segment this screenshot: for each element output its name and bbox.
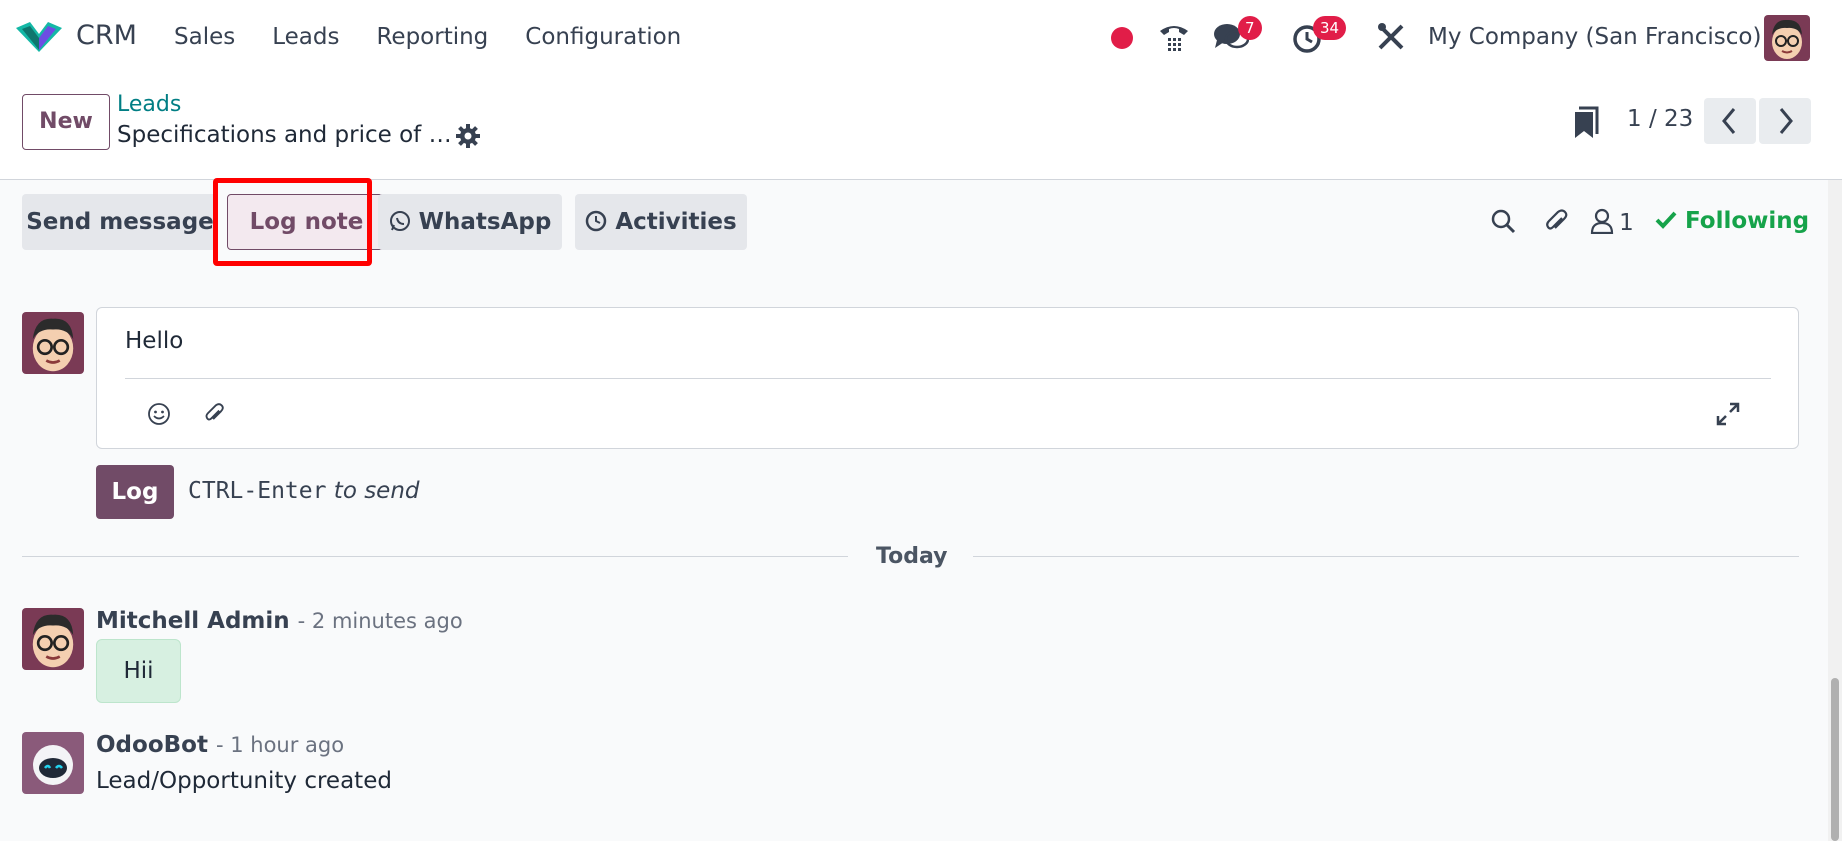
messages-badge: 7 [1238, 16, 1262, 40]
user-icon [1590, 208, 1614, 235]
new-button[interactable]: New [22, 94, 110, 150]
menu-leads[interactable]: Leads [272, 24, 339, 50]
pager-previous-button[interactable] [1704, 98, 1756, 144]
odoobot-avatar[interactable] [22, 732, 84, 794]
paperclip-icon[interactable] [202, 401, 226, 431]
breadcrumb-leads[interactable]: Leads [117, 92, 181, 117]
tools-icon[interactable] [1376, 20, 1406, 58]
shortcut-key: CTRL-Enter [188, 478, 327, 504]
avatar[interactable] [22, 608, 84, 670]
check-icon [1655, 211, 1677, 229]
company-switcher[interactable]: My Company (San Francisco) [1428, 24, 1761, 50]
user-avatar[interactable] [1764, 15, 1810, 61]
crm-logo-icon[interactable] [16, 20, 62, 58]
message-composer[interactable]: Hello [96, 307, 1799, 449]
separator-line-left [22, 556, 848, 557]
paperclip-icon[interactable] [1542, 208, 1570, 240]
message-author[interactable]: Mitchell Admin - 2 minutes ago [96, 608, 463, 634]
activities-badge: 34 [1313, 16, 1347, 40]
search-icon[interactable] [1490, 208, 1516, 238]
author-name[interactable]: Mitchell Admin [96, 608, 290, 634]
highlight-box [213, 178, 372, 266]
emoji-icon[interactable] [147, 402, 171, 430]
scrollbar[interactable] [1828, 180, 1842, 841]
scrollbar-thumb[interactable] [1831, 678, 1839, 841]
activities-label: Activities [615, 209, 737, 235]
whatsapp-label: WhatsApp [418, 209, 552, 235]
menu-configuration[interactable]: Configuration [525, 24, 681, 50]
avatar [22, 312, 84, 374]
send-message-button[interactable]: Send message [22, 194, 218, 250]
whatsapp-icon [389, 211, 410, 231]
message-author[interactable]: OdooBot - 1 hour ago [96, 732, 344, 758]
phone-icon[interactable] [1157, 20, 1191, 58]
pager-next-button[interactable] [1759, 98, 1811, 144]
message-body: Hii [96, 639, 181, 703]
app-name[interactable]: CRM [76, 20, 137, 51]
expand-icon[interactable] [1715, 401, 1741, 431]
message-body: Lead/Opportunity created [96, 768, 392, 794]
log-button[interactable]: Log [96, 465, 174, 519]
top-navbar: CRM Sales Leads Reporting Configuration … [0, 0, 1842, 76]
author-name[interactable]: OdooBot [96, 732, 208, 758]
chevron-right-icon [1779, 108, 1793, 134]
send-hint: CTRL-Enter to send [188, 478, 420, 504]
pager-value[interactable]: 1 / 23 [1627, 106, 1693, 132]
separator-line-right [973, 556, 1799, 557]
followers-button[interactable]: 1 [1590, 208, 1634, 236]
bookmark-icon[interactable] [1573, 106, 1599, 144]
menu-sales[interactable]: Sales [174, 24, 235, 50]
message-date: - 1 hour ago [215, 733, 345, 757]
control-panel: New Leads Specifications and price of … … [0, 76, 1842, 180]
clock-icon [586, 210, 607, 232]
following-label: Following [1685, 208, 1810, 234]
date-separator: Today [876, 544, 948, 569]
followers-count: 1 [1619, 210, 1634, 236]
chevron-left-icon [1722, 108, 1736, 134]
composer-input[interactable]: Hello [125, 328, 183, 354]
record-dot-icon[interactable] [1111, 27, 1133, 49]
shortcut-suffix: to send [333, 478, 420, 504]
whatsapp-button[interactable]: WhatsApp [378, 194, 562, 250]
message-date: - 2 minutes ago [297, 609, 463, 633]
following-button[interactable]: Following [1655, 208, 1809, 234]
composer-divider [125, 378, 1771, 379]
breadcrumb-current: Specifications and price of … [117, 122, 452, 148]
gear-icon[interactable] [456, 124, 480, 152]
activities-button[interactable]: Activities [575, 194, 747, 250]
main-menu: Sales Leads Reporting Configuration [174, 24, 718, 50]
menu-reporting[interactable]: Reporting [376, 24, 488, 50]
